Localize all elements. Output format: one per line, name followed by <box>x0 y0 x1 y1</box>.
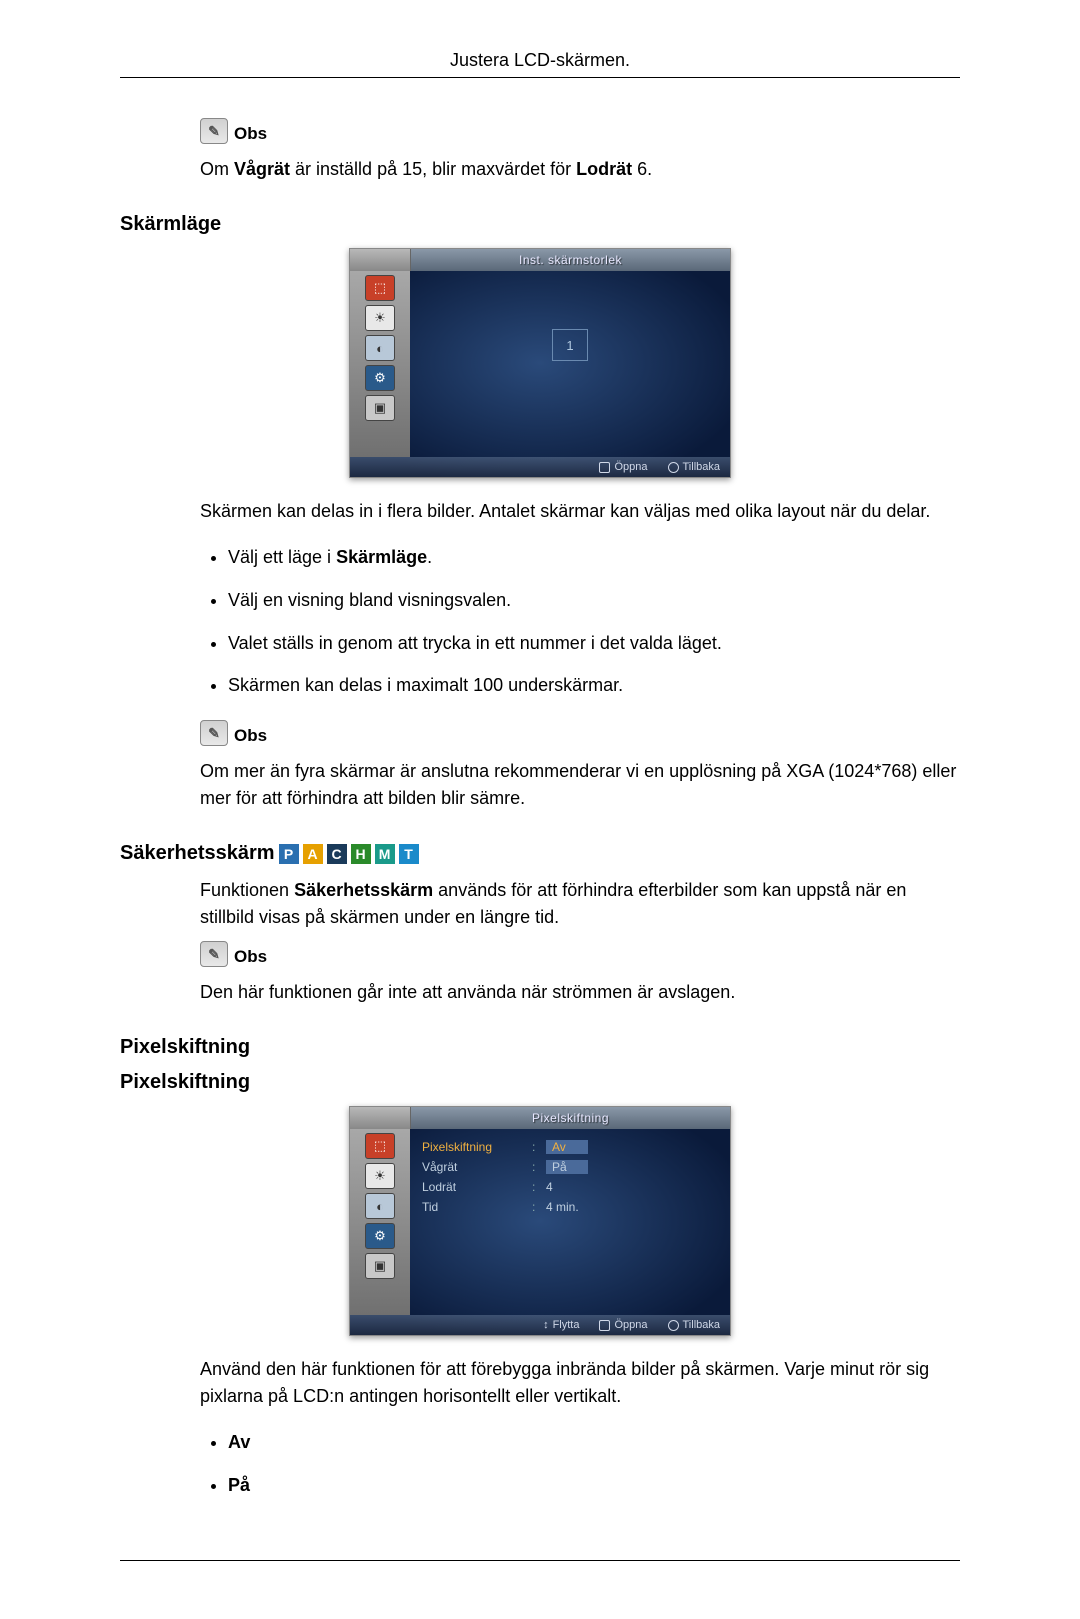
bold-vagrat: Vågrät <box>234 159 290 179</box>
note-label: Obs <box>234 947 267 967</box>
txt: Om <box>200 159 234 179</box>
osd-row-label: Pixelskiftning <box>422 1140 532 1154</box>
bullet-bold: På <box>228 1475 250 1495</box>
bullet-bold: Av <box>228 1432 250 1452</box>
skarmlage-intro: Skärmen kan delas in i flera bilder. Ant… <box>200 498 960 525</box>
osd-center-value: 1 <box>552 329 588 361</box>
osd-footer-move: Flytta <box>543 1319 579 1331</box>
osd-row-value: På <box>542 1160 718 1174</box>
osd-row-label: Tid <box>422 1200 532 1214</box>
heading-pixelskiftning-1: Pixelskiftning <box>120 1036 960 1059</box>
note-text-1: Om Vågrät är inställd på 15, blir maxvär… <box>200 156 960 183</box>
heading-sakerhetsskarm-row: Säkerhetsskärm P A C H M T <box>120 842 960 865</box>
osd-row: Lodrät:4 <box>422 1177 718 1197</box>
txt: . <box>427 547 432 567</box>
bullet-item: Skärmen kan delas i maximalt 100 undersk… <box>228 671 960 700</box>
osd-row-value: Av <box>542 1140 718 1154</box>
bold-skarmlage: Skärmläge <box>336 547 427 567</box>
heading-skarmlage: Skärmläge <box>120 213 960 236</box>
page-header-title: Justera LCD-skärmen. <box>120 50 960 71</box>
txt: 6. <box>632 159 652 179</box>
note-label: Obs <box>234 124 267 144</box>
osd-row-label: Vågrät <box>422 1160 532 1174</box>
osd-row-colon: : <box>532 1200 542 1214</box>
osd-footer-open: Öppna <box>599 1319 647 1331</box>
note-icon: ✎ <box>200 118 228 144</box>
footer-rule <box>120 1560 960 1561</box>
osd-side-icon: ▣ <box>365 395 395 421</box>
bullet-item: På <box>228 1471 960 1500</box>
osd-row-value: 4 <box>542 1180 718 1194</box>
osd-row-colon: : <box>532 1140 542 1154</box>
badge-a: A <box>303 844 323 864</box>
header-rule <box>120 77 960 78</box>
txt: Välj ett läge i <box>228 547 336 567</box>
bold-lodrat: Lodrät <box>576 159 632 179</box>
osd-row-value: 4 min. <box>542 1200 718 1214</box>
bullet-item: Valet ställs in genom att trycka in ett … <box>228 629 960 658</box>
bullet-item: Välj ett läge i Skärmläge. <box>228 543 960 572</box>
txt: är inställd på 15, blir maxvärdet för <box>290 159 576 179</box>
osd-footer-back: Tillbaka <box>668 1319 721 1331</box>
bullet-item: Välj en visning bland visningsvalen. <box>228 586 960 615</box>
osd-row-label: Lodrät <box>422 1180 532 1194</box>
osd-screenshot-skarmlage: Inst. skärmstorlek ⬚ ☀ ◐ ⚙ ▣ 1 Öppna Til… <box>349 248 731 478</box>
badge-c: C <box>327 844 347 864</box>
osd-row-colon: : <box>532 1180 542 1194</box>
osd-side-icon: ⚙ <box>365 1223 395 1249</box>
txt: Funktionen <box>200 880 294 900</box>
osd-row: Tid:4 min. <box>422 1197 718 1217</box>
osd-side-icon: ◐ <box>365 1193 395 1219</box>
osd-footer-open: Öppna <box>599 461 647 473</box>
note-text-3: Den här funktionen går inte att använda … <box>200 979 960 1006</box>
osd-side-icon: ◐ <box>365 335 395 361</box>
pixelskiftning-para: Använd den här funktionen för att föreby… <box>200 1356 960 1410</box>
badge-t: T <box>399 844 419 864</box>
sakerhetsskarm-para: Funktionen Säkerhetsskärm används för at… <box>200 877 960 931</box>
osd-side-icon: ▣ <box>365 1253 395 1279</box>
note-icon: ✎ <box>200 720 228 746</box>
osd-side-icon: ⚙ <box>365 365 395 391</box>
osd-footer-back: Tillbaka <box>668 461 721 473</box>
osd-side-icon: ☀ <box>365 305 395 331</box>
osd-row: Pixelskiftning:Av <box>422 1137 718 1157</box>
note-label: Obs <box>234 726 267 746</box>
bold-sakerhetsskarm: Säkerhetsskärm <box>294 880 433 900</box>
note-icon: ✎ <box>200 941 228 967</box>
osd-side-icon: ⬚ <box>365 1133 395 1159</box>
osd-title: Inst. skärmstorlek <box>411 249 730 271</box>
osd-side-icon: ⬚ <box>365 275 395 301</box>
osd-row-colon: : <box>532 1160 542 1174</box>
badge-p: P <box>279 844 299 864</box>
badge-h: H <box>351 844 371 864</box>
osd-title: Pixelskiftning <box>411 1107 730 1129</box>
note-text-2: Om mer än fyra skärmar är anslutna rekom… <box>200 758 960 812</box>
heading-sakerhetsskarm: Säkerhetsskärm <box>120 842 275 865</box>
heading-pixelskiftning-2: Pixelskiftning <box>120 1071 960 1094</box>
osd-side-icon: ☀ <box>365 1163 395 1189</box>
osd-screenshot-pixelskiftning: Pixelskiftning ⬚ ☀ ◐ ⚙ ▣ Pixelskiftning:… <box>349 1106 731 1336</box>
bullet-item: Av <box>228 1428 960 1457</box>
badge-m: M <box>375 844 395 864</box>
osd-row: Vågrät:På <box>422 1157 718 1177</box>
